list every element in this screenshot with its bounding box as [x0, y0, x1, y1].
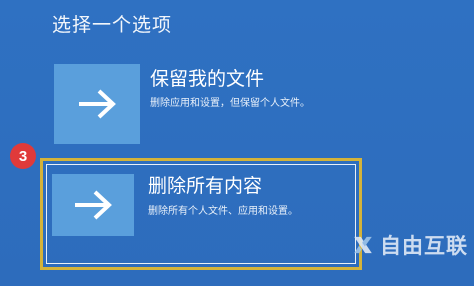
arrow-right-icon	[79, 89, 116, 119]
focus-outline	[46, 164, 356, 264]
option-description: 删除应用和设置，但保留个人文件。	[150, 98, 310, 109]
recovery-options-screen: 选择一个选项 保留我的文件 删除应用和设置，但保留个人文件。 删除所有内容 删除…	[0, 0, 474, 286]
watermark-text: 自由互联	[380, 234, 468, 258]
keep-files-tile[interactable]	[54, 64, 140, 144]
step-number-badge: 3	[10, 143, 36, 169]
keep-my-files-option[interactable]: 保留我的文件 删除应用和设置，但保留个人文件。	[54, 64, 454, 148]
highlight-frame	[40, 158, 362, 270]
option-title: 保留我的文件	[150, 68, 265, 90]
page-title: 选择一个选项	[52, 14, 173, 36]
x-logo-icon	[354, 236, 372, 254]
watermark: 自由互联	[352, 228, 468, 262]
